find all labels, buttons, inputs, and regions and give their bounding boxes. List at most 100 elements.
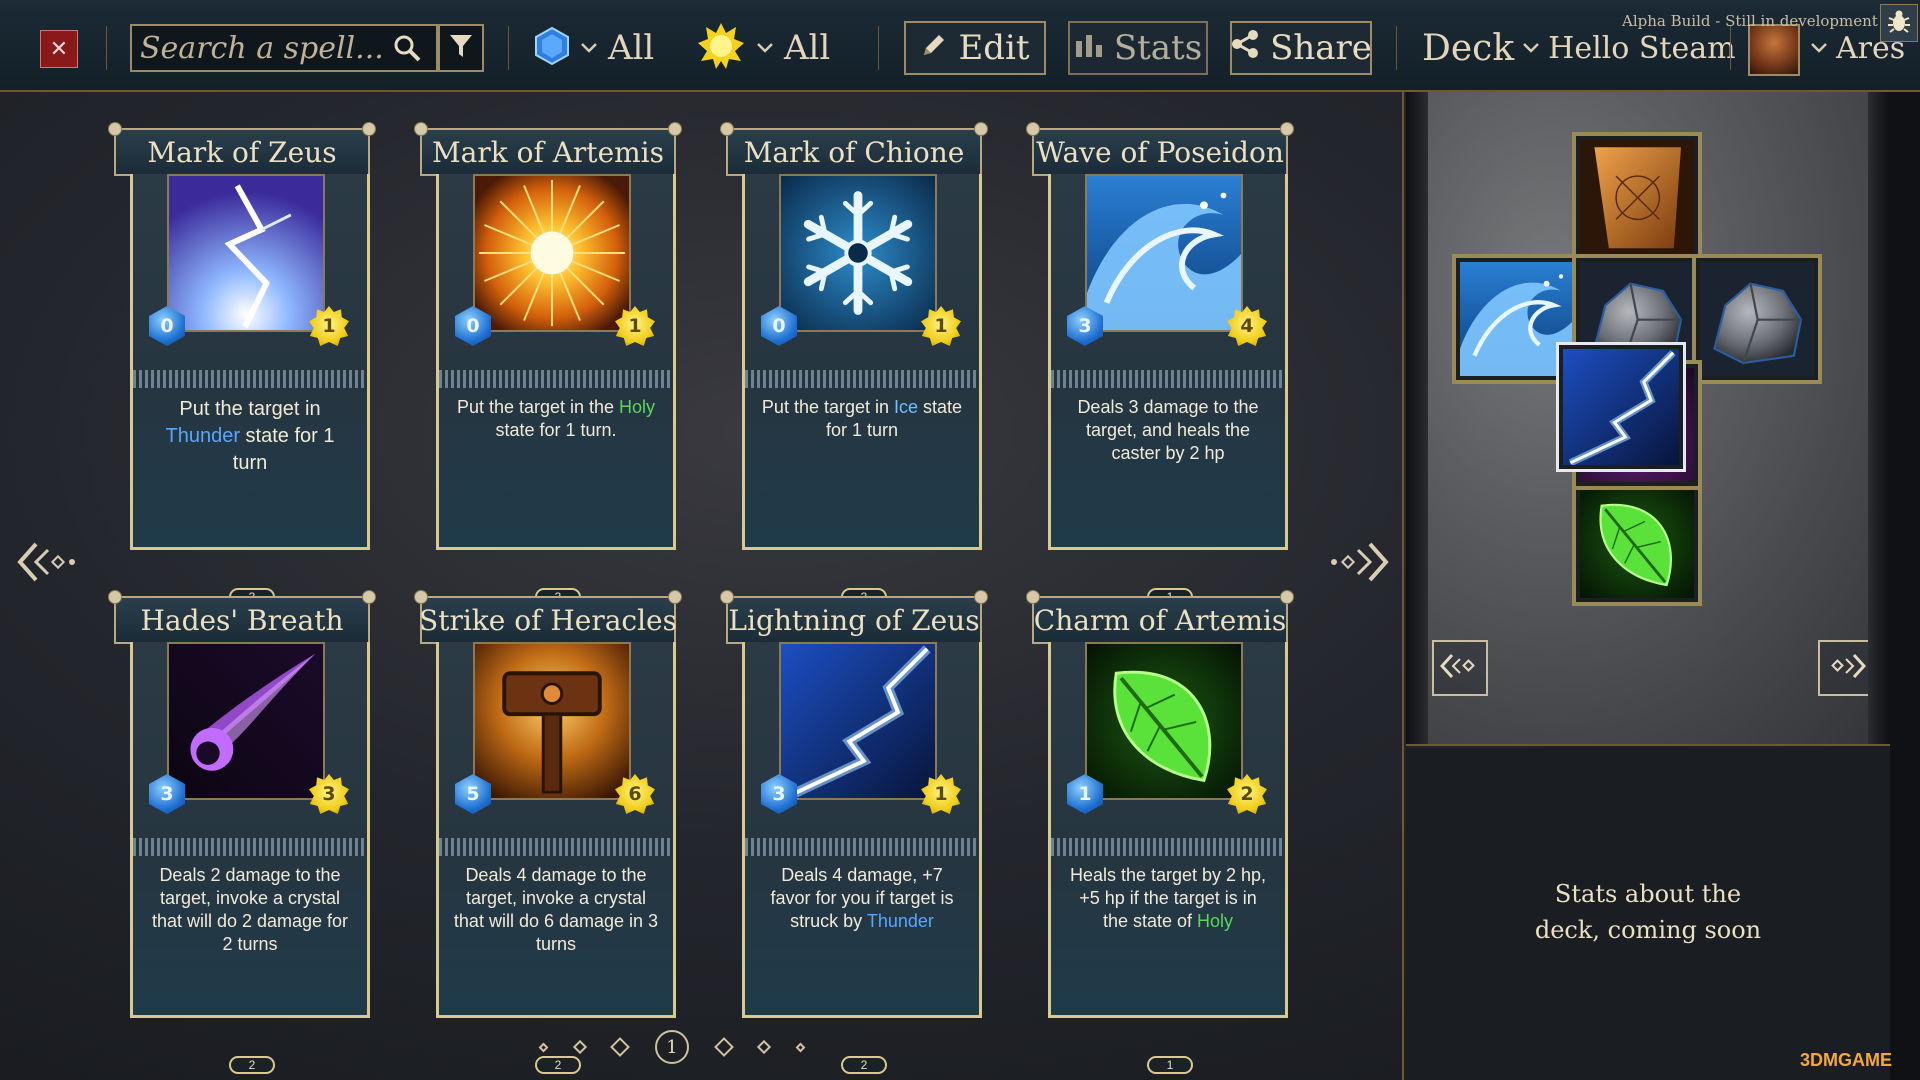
greek-key-border: [1051, 370, 1285, 388]
description-text: Put the target in the: [456, 397, 620, 417]
deck-slot[interactable]: [1692, 254, 1822, 384]
deck-label: Deck: [1422, 27, 1515, 69]
bar-chart-icon: [1074, 28, 1104, 68]
stats-text-line: Stats about the: [1554, 880, 1742, 908]
deck-slot-art: [1580, 140, 1694, 254]
card-count: 2: [229, 1056, 275, 1074]
pencil-icon: [920, 28, 948, 68]
card-art: [167, 174, 325, 332]
card-description: Deals 4 damage, +7 favor for you if targ…: [759, 864, 965, 933]
greek-key-border: [745, 370, 979, 388]
description-text: state for 1 turn: [232, 425, 335, 474]
previous-page-button[interactable]: [14, 538, 78, 590]
spell-card[interactable]: Wave of Poseidon 3 4 Deals 3 damage to t…: [1026, 104, 1294, 606]
card-title: Lightning of Zeus: [720, 590, 988, 644]
page-dot[interactable]: [795, 1042, 806, 1052]
page-dot[interactable]: [756, 1039, 772, 1055]
gem-cost-filter[interactable]: All: [534, 24, 654, 72]
share-button[interactable]: Share: [1230, 21, 1372, 75]
stats-button[interactable]: Stats: [1068, 21, 1208, 75]
card-count: 2: [535, 1056, 581, 1074]
description-text: Deals 4 damage to the target, invoke a c…: [453, 865, 659, 954]
window-edge: [1890, 92, 1920, 1080]
keyword-thunder: Thunder: [866, 911, 934, 931]
chevron-down-icon: [756, 39, 774, 58]
greek-key-border: [1051, 838, 1285, 856]
card-title: Charm of Artemis: [1026, 590, 1294, 644]
greek-key-border: [439, 370, 673, 388]
chevron-down-icon: [1522, 39, 1540, 58]
page-dot[interactable]: [572, 1039, 588, 1055]
keyword-holy: Holy: [1197, 911, 1234, 931]
page-dot[interactable]: [610, 1037, 630, 1057]
filter-button[interactable]: [438, 24, 484, 72]
deck-panel: [1406, 92, 1890, 746]
greek-key-border: [133, 838, 367, 856]
search-box: [130, 24, 438, 72]
spell-card[interactable]: Charm of Artemis 1 2 Heals the target by…: [1026, 572, 1294, 1074]
card-description: Put the target in the Holy state for 1 t…: [453, 396, 659, 442]
divider: [508, 26, 509, 70]
card-description: Heals the target by 2 hp, +5 hp if the t…: [1065, 864, 1271, 933]
spell-card[interactable]: Mark of Chione 0 1 Put the target in Ice…: [720, 104, 988, 606]
card-art: [1085, 174, 1243, 332]
spell-card[interactable]: Strike of Heracles 5 6 Deals 4 damage to…: [414, 572, 682, 1074]
watermark: 3DMGAME: [1800, 1050, 1893, 1070]
card-description: Deals 3 damage to the target, and heals …: [1065, 396, 1271, 465]
divider: [106, 26, 107, 70]
gem-filter-value: All: [608, 28, 655, 68]
close-button[interactable]: ✕: [40, 30, 78, 68]
card-body: 3 1 Deals 4 damage, +7 favor for you if …: [742, 642, 982, 1074]
edit-label: Edit: [958, 28, 1030, 68]
card-art: [779, 642, 937, 800]
card-body: 0 1 Put the target in Ice state for 1 tu…: [742, 174, 982, 606]
greek-key-border: [745, 838, 979, 856]
spell-card[interactable]: Hades' Breath 3 3 Deals 2 damage to the …: [108, 572, 376, 1074]
card-description: Put the target in Thunder state for 1 tu…: [147, 396, 353, 477]
stats-text-line: deck, coming soon: [1534, 916, 1762, 944]
card-description: Deals 4 damage to the target, invoke a c…: [453, 864, 659, 956]
deck-slot[interactable]: [1572, 476, 1702, 606]
spell-card[interactable]: Mark of Artemis 0 1 Put the target in th…: [414, 104, 682, 606]
funnel-icon: [448, 32, 474, 64]
next-page-button[interactable]: [1328, 538, 1392, 590]
bug-report-button[interactable]: [1880, 4, 1918, 42]
edit-button[interactable]: Edit: [904, 21, 1046, 75]
card-title: Strike of Heracles: [414, 590, 682, 644]
card-body: 3 4 Deals 3 damage to the target, and he…: [1048, 174, 1288, 606]
page-dot[interactable]: [714, 1037, 734, 1057]
card-description: Deals 2 damage to the target, invoke a c…: [147, 864, 353, 956]
card-count: 1: [1147, 1056, 1193, 1074]
card-art: [779, 174, 937, 332]
card-art: [1085, 642, 1243, 800]
description-text: Deals 2 damage to the target, invoke a c…: [151, 865, 349, 954]
bug-icon: [1886, 8, 1912, 38]
card-description: Put the target in Ice state for 1 turn: [759, 396, 965, 442]
spell-card[interactable]: Mark of Zeus 0 1 Put the target in Thund…: [108, 104, 376, 606]
search-input[interactable]: [132, 26, 382, 70]
deck-selector[interactable]: Deck Hello Steam: [1422, 24, 1736, 72]
stats-placeholder-text: Stats about the deck, coming soon: [1406, 876, 1890, 948]
greek-key-border: [133, 370, 367, 388]
top-bar: ✕ All All Edit: [0, 0, 1920, 92]
deck-slot-art: [1580, 484, 1694, 598]
page-dot[interactable]: [538, 1042, 549, 1052]
card-count: 2: [841, 1056, 887, 1074]
sun-icon: [696, 21, 746, 75]
card-body: 3 3 Deals 2 damage to the target, invoke…: [130, 642, 370, 1074]
power-filter[interactable]: All: [696, 22, 830, 74]
deck-previous-button[interactable]: [1432, 640, 1488, 696]
deck-slot[interactable]: [1572, 132, 1702, 262]
spell-card[interactable]: Lightning of Zeus 3 1 Deals 4 damage, +7…: [720, 572, 988, 1074]
keyword-thunder: Thunder: [165, 425, 241, 447]
search-icon[interactable]: [382, 26, 432, 70]
deck-slot-art: [1563, 349, 1679, 467]
deck-slot[interactable]: [1556, 342, 1686, 472]
player-avatar[interactable]: [1748, 24, 1800, 76]
deck-next-button[interactable]: [1818, 640, 1874, 696]
card-collection: 1 Mark of Zeus 0 1 Put the target in Thu…: [0, 92, 1404, 1080]
current-page[interactable]: 1: [655, 1030, 689, 1064]
deck-name: Hello Steam: [1548, 30, 1736, 66]
divider: [1396, 26, 1397, 70]
divider: [878, 26, 879, 70]
